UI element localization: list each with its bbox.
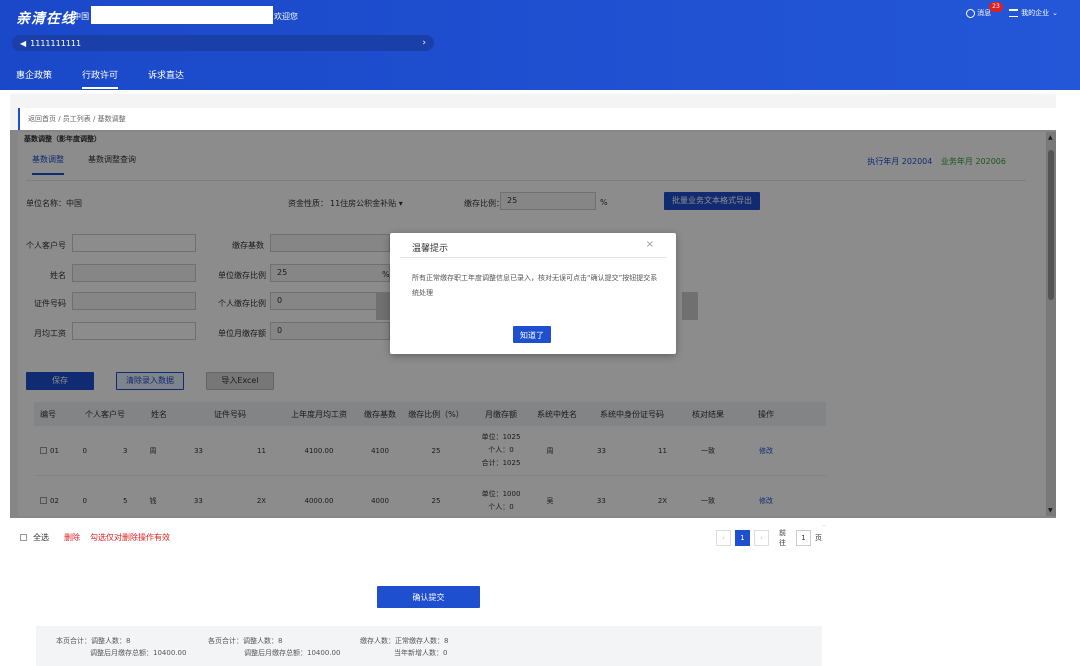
header-actions: 消息 23 我的企业 ⌄ [966,2,1058,18]
enterprise-menu[interactable]: 我的企业 ⌄ [1009,8,1058,18]
messages-badge: 23 [989,2,1003,12]
page-1-button[interactable]: 1 [735,530,750,546]
region-text: · 中国 [68,12,90,21]
page-amount: 调整后月缴存总额：10400.00 [90,649,187,657]
summary-box: 本页合计：调整人数：8 调整后月缴存总额：10400.00 各页合计：调整人数：… [36,626,822,666]
select-all-checkbox[interactable] [20,534,27,541]
select-all[interactable]: 全选 [20,532,49,543]
chevron-down-icon: ⌄ [1052,9,1058,17]
dialog-message: 所有正常缴存职工年度调整信息已录入，核对无误可点击“确认提交”按钮提交系统处理 [412,274,658,297]
confirm-submit-button[interactable]: 确认提交 [377,586,480,608]
main-nav: 惠企政策 行政许可 诉求直达 [16,68,184,89]
speaker-icon: ◀ [20,38,27,48]
page-unit: 页 [815,534,822,542]
select-all-label: 全选 [33,533,49,542]
nav-item-policies[interactable]: 惠企政策 [16,68,52,89]
top-header: 亲清在线 · 中国 欢迎您 消息 23 我的企业 ⌄ ◀ 1111111111 … [0,0,1080,90]
next-page-button[interactable]: › [754,530,769,546]
goto-page-input[interactable]: 1 [796,530,811,546]
page-total: 本页合计：调整人数：8 [56,637,131,645]
breadcrumb[interactable]: 返回首页 / 员工列表 / 基数调整 [18,108,1056,130]
welcome-text: 欢迎您 [274,12,298,21]
notice-text: 1111111111 [30,38,82,48]
dialog-ok-button[interactable]: 知道了 [513,326,551,343]
delete-link[interactable]: 删除 [64,532,80,543]
messages-link[interactable]: 消息 23 [966,2,1003,18]
delete-hint: 勾选仅对删除操作有效 [90,533,170,542]
dialog-divider [400,257,666,258]
enterprise-icon [1009,9,1019,17]
all-amount: 调整后月缴存总额：10400.00 [244,649,341,657]
deposit-count: 缴存人数：正常缴存人数：8 [360,637,449,645]
dialog-title: 温馨提示 [412,244,449,254]
close-icon[interactable]: × [646,239,654,250]
chevron-right-icon[interactable]: › [422,38,426,48]
prev-page-button[interactable]: ‹ [716,530,731,546]
tip-dialog: 温馨提示 × 所有正常缴存职工年度调整信息已录入，核对无误可点击“确认提交”按钮… [390,233,676,354]
enterprise-label: 我的企业 [1021,9,1050,17]
new-count: 当年新增人数：0 [394,649,448,657]
pagination: ‹ 1 › 前往 1 页 [716,528,822,548]
nav-item-appeals[interactable]: 诉求直达 [148,68,184,89]
message-icon [966,8,976,18]
goto-label: 前往 [779,529,786,547]
table-footer: 全选 删除 勾选仅对删除操作有效 ‹ 1 › 前往 1 页 [10,522,822,552]
notice-bar[interactable]: ◀ 1111111111 › [12,35,434,51]
redacted-company-name [91,6,273,24]
nav-item-admin-license[interactable]: 行政许可 [82,68,119,89]
site-logo[interactable]: 亲清在线 [16,8,76,28]
all-total: 各页合计：调整人数：8 [208,637,283,645]
